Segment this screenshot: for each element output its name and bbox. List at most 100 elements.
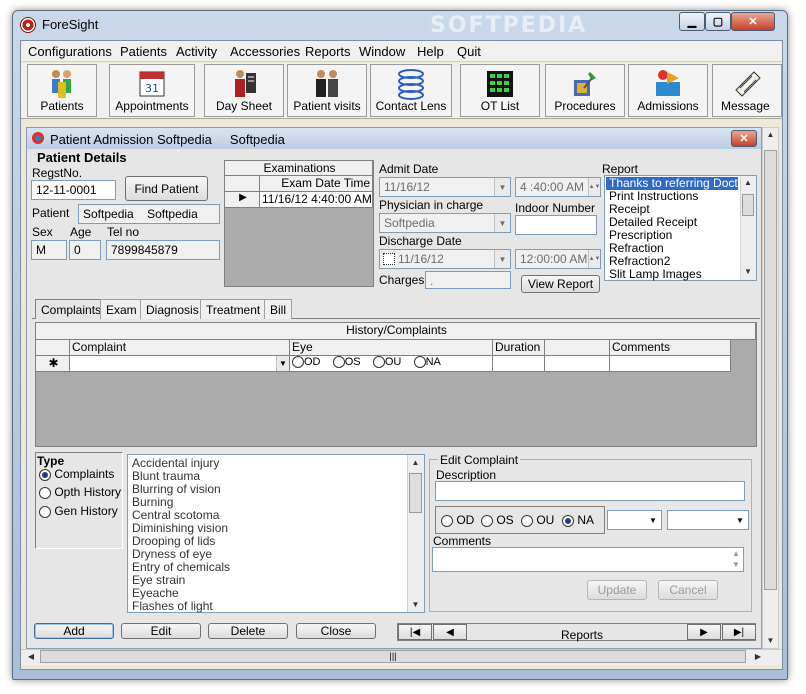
radio-od[interactable] <box>441 514 453 527</box>
scroll-down-arrow-icon[interactable]: ▼ <box>407 600 424 609</box>
toolbar-ot-list-button[interactable]: OT List <box>460 64 540 117</box>
report-scroll-thumb[interactable] <box>742 194 754 216</box>
add-button[interactable]: Add <box>34 623 114 639</box>
edit-eye-ou[interactable]: OU <box>521 513 554 527</box>
spin-icon[interactable]: ▲▼ <box>588 178 600 196</box>
menu-activity[interactable]: Activity <box>176 44 217 59</box>
description-field[interactable] <box>435 481 745 501</box>
menu-patients[interactable]: Patients <box>120 44 167 59</box>
menu-help[interactable]: Help <box>417 44 444 59</box>
complaint-scroll-thumb[interactable] <box>409 473 422 513</box>
tab-exam[interactable]: Exam <box>100 299 143 319</box>
chevron-down-icon[interactable]: ▼ <box>276 356 289 371</box>
comments-field[interactable] <box>432 547 744 572</box>
toolbar-appointments-button[interactable]: 31 Appointments <box>109 64 195 117</box>
admit-time-field[interactable]: 4 :40:00 AM ▲▼ <box>515 177 601 197</box>
physician-select[interactable]: Softpedia ▼ <box>379 213 511 233</box>
radio-ou[interactable] <box>521 514 533 527</box>
chevron-down-icon[interactable]: ▼ <box>494 250 510 268</box>
delete-button[interactable]: Delete <box>208 623 288 639</box>
complaint-cell[interactable]: ▼ <box>70 356 290 372</box>
edit-eye-na[interactable]: NA <box>562 513 594 527</box>
minimize-button[interactable]: ▁ <box>679 12 705 31</box>
horizontal-scroll-thumb[interactable]: ||| <box>40 650 746 663</box>
cancel-button[interactable]: Cancel <box>658 580 718 600</box>
blank-cell[interactable] <box>545 356 610 372</box>
close-window-button[interactable]: ✕ <box>731 12 775 31</box>
radio-od[interactable] <box>292 356 304 369</box>
charges-field[interactable]: . <box>425 271 511 289</box>
tab-treatment[interactable]: Treatment <box>200 299 267 319</box>
radio-os[interactable] <box>332 356 345 369</box>
type-complaints-option[interactable]: Complaints <box>39 467 114 481</box>
scroll-right-arrow-icon[interactable]: ▶ <box>751 652 765 661</box>
spin-icon[interactable]: ▲▼ <box>588 250 600 268</box>
report-item[interactable]: Slit Lamp Images <box>606 268 702 281</box>
close-button[interactable]: Close <box>296 623 376 639</box>
duration-cell[interactable] <box>493 356 545 372</box>
tab-bill[interactable]: Bill <box>264 299 293 319</box>
radio-ou[interactable] <box>372 356 385 369</box>
scroll-up-arrow-icon[interactable]: ▲ <box>407 458 424 467</box>
edit-unit-select[interactable]: ▼ <box>667 510 749 530</box>
scroll-up-arrow-icon[interactable]: ▲ <box>740 178 756 187</box>
toolbar-day-sheet-button[interactable]: Day Sheet <box>204 64 284 117</box>
radio-na[interactable] <box>562 514 574 527</box>
scroll-up-arrow-icon[interactable]: ▲ <box>762 130 779 139</box>
radio-opth-history[interactable] <box>39 486 51 499</box>
toolbar-contact-lens-button[interactable]: Contact Lens <box>370 64 452 117</box>
toolbar-admissions-button[interactable]: Admissions <box>628 64 708 117</box>
edit-button[interactable]: Edit <box>121 623 201 639</box>
menu-configurations[interactable]: Configurations <box>28 44 112 59</box>
scroll-down-arrow-icon[interactable]: ▼ <box>730 560 742 569</box>
edit-duration-select[interactable]: ▼ <box>607 510 662 530</box>
toolbar-message-button[interactable]: Message <box>712 64 782 117</box>
admit-date-field[interactable]: 11/16/12 ▼ <box>379 177 511 197</box>
edit-eye-os[interactable]: OS <box>481 513 514 527</box>
eye-cell[interactable]: OD OS OU NA <box>290 356 493 372</box>
scroll-down-arrow-icon[interactable]: ▼ <box>740 267 756 276</box>
view-report-button[interactable]: View Report <box>521 275 600 293</box>
find-patient-button[interactable]: Find Patient <box>125 176 208 201</box>
type-opth-history-option[interactable]: Opth History <box>39 485 121 499</box>
menu-quit[interactable]: Quit <box>457 44 481 59</box>
menu-accessories[interactable]: Accessories <box>230 44 300 59</box>
maximize-button[interactable]: ▢ <box>705 12 731 31</box>
radio-os[interactable] <box>481 514 493 527</box>
menu-reports[interactable]: Reports <box>305 44 351 59</box>
next-record-icon[interactable]: ▶ <box>687 624 721 640</box>
complaint-item[interactable]: Flashes of light <box>129 600 213 613</box>
report-scrollbar[interactable] <box>740 176 756 280</box>
scroll-left-arrow-icon[interactable]: ◀ <box>24 652 38 661</box>
first-record-icon[interactable]: |◀ <box>398 624 432 640</box>
discharge-date-field[interactable]: 11/16/12 ▼ <box>379 249 511 269</box>
chevron-down-icon[interactable]: ▼ <box>645 511 661 529</box>
radio-gen-history[interactable] <box>39 505 51 518</box>
indoor-number-field[interactable] <box>515 215 597 235</box>
exam-row[interactable]: 11/16/12 4:40:00 AM <box>260 192 373 208</box>
discharge-time-field[interactable]: 12:00:00 AM ▲▼ <box>515 249 601 269</box>
radio-complaints[interactable] <box>39 468 51 481</box>
edit-eye-od[interactable]: OD <box>441 513 474 527</box>
tab-diagnosis[interactable]: Diagnosis <box>140 299 205 319</box>
chevron-down-icon[interactable]: ▼ <box>494 178 510 196</box>
toolbar-procedures-button[interactable]: Procedures <box>545 64 625 117</box>
radio-na[interactable] <box>413 356 426 369</box>
regst-number-field[interactable]: 12-11-0001 <box>31 180 116 200</box>
comments-cell[interactable] <box>610 356 731 372</box>
type-gen-history-option[interactable]: Gen History <box>39 504 118 518</box>
last-record-icon[interactable]: ▶| <box>722 624 756 640</box>
main-scroll-thumb[interactable] <box>764 150 777 590</box>
prev-record-icon[interactable]: ◀ <box>433 624 467 640</box>
scroll-up-arrow-icon[interactable]: ▲ <box>730 549 742 558</box>
scroll-down-arrow-icon[interactable]: ▼ <box>762 636 779 645</box>
update-button[interactable]: Update <box>587 580 647 600</box>
toolbar-patient-visits-button[interactable]: Patient visits <box>287 64 367 117</box>
chevron-down-icon[interactable]: ▼ <box>732 511 748 529</box>
chevron-down-icon[interactable]: ▼ <box>494 214 510 232</box>
discharge-checkbox[interactable] <box>383 253 395 265</box>
toolbar-patients-button[interactable]: Patients <box>27 64 97 117</box>
child-close-button[interactable]: ✕ <box>731 130 757 147</box>
tab-complaints[interactable]: Complaints <box>35 299 108 319</box>
menu-window[interactable]: Window <box>359 44 405 59</box>
